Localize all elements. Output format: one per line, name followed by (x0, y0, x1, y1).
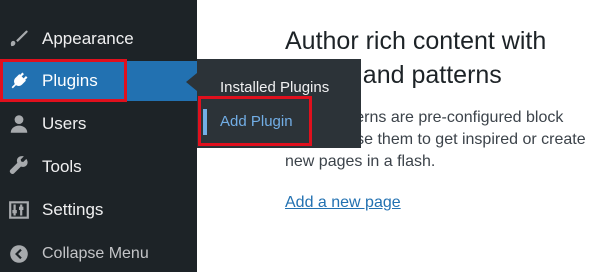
sidebar-item-settings[interactable]: Settings (0, 190, 197, 230)
collapse-menu-label: Collapse Menu (42, 245, 149, 262)
sidebar-item-label: Appearance (42, 29, 134, 48)
add-new-page-link[interactable]: Add a new page (285, 194, 401, 212)
sidebar-item-label: Settings (42, 200, 104, 219)
submenu-item-installed-plugins[interactable]: Installed Plugins (197, 69, 361, 105)
sidebar-item-appearance[interactable]: Appearance (0, 19, 197, 59)
plugins-submenu: Installed Plugins Add Plugin (197, 59, 361, 148)
plug-icon (8, 70, 30, 92)
sidebar-item-users[interactable]: Users (0, 104, 197, 144)
submenu-item-label: Installed Plugins (220, 78, 330, 96)
sidebar-item-label: Plugins (42, 71, 98, 90)
sidebar-item-label: Tools (42, 157, 82, 176)
submenu-item-add-plugin[interactable]: Add Plugin (197, 103, 361, 139)
settings-sliders-icon (8, 199, 30, 221)
paintbrush-icon (8, 28, 30, 50)
active-menu-pointer (186, 73, 197, 91)
admin-sidebar: Appearance Plugins Users Tools Settings … (0, 0, 197, 272)
collapse-menu-button[interactable]: Collapse Menu (0, 234, 197, 274)
wrench-icon (8, 156, 30, 178)
sidebar-item-tools[interactable]: Tools (0, 147, 197, 187)
sidebar-item-plugins[interactable]: Plugins (0, 61, 197, 101)
focus-indicator (203, 109, 207, 135)
submenu-item-label: Add Plugin (220, 112, 293, 130)
collapse-arrow-icon (8, 243, 30, 265)
sidebar-item-label: Users (42, 114, 87, 133)
user-icon (8, 113, 30, 135)
